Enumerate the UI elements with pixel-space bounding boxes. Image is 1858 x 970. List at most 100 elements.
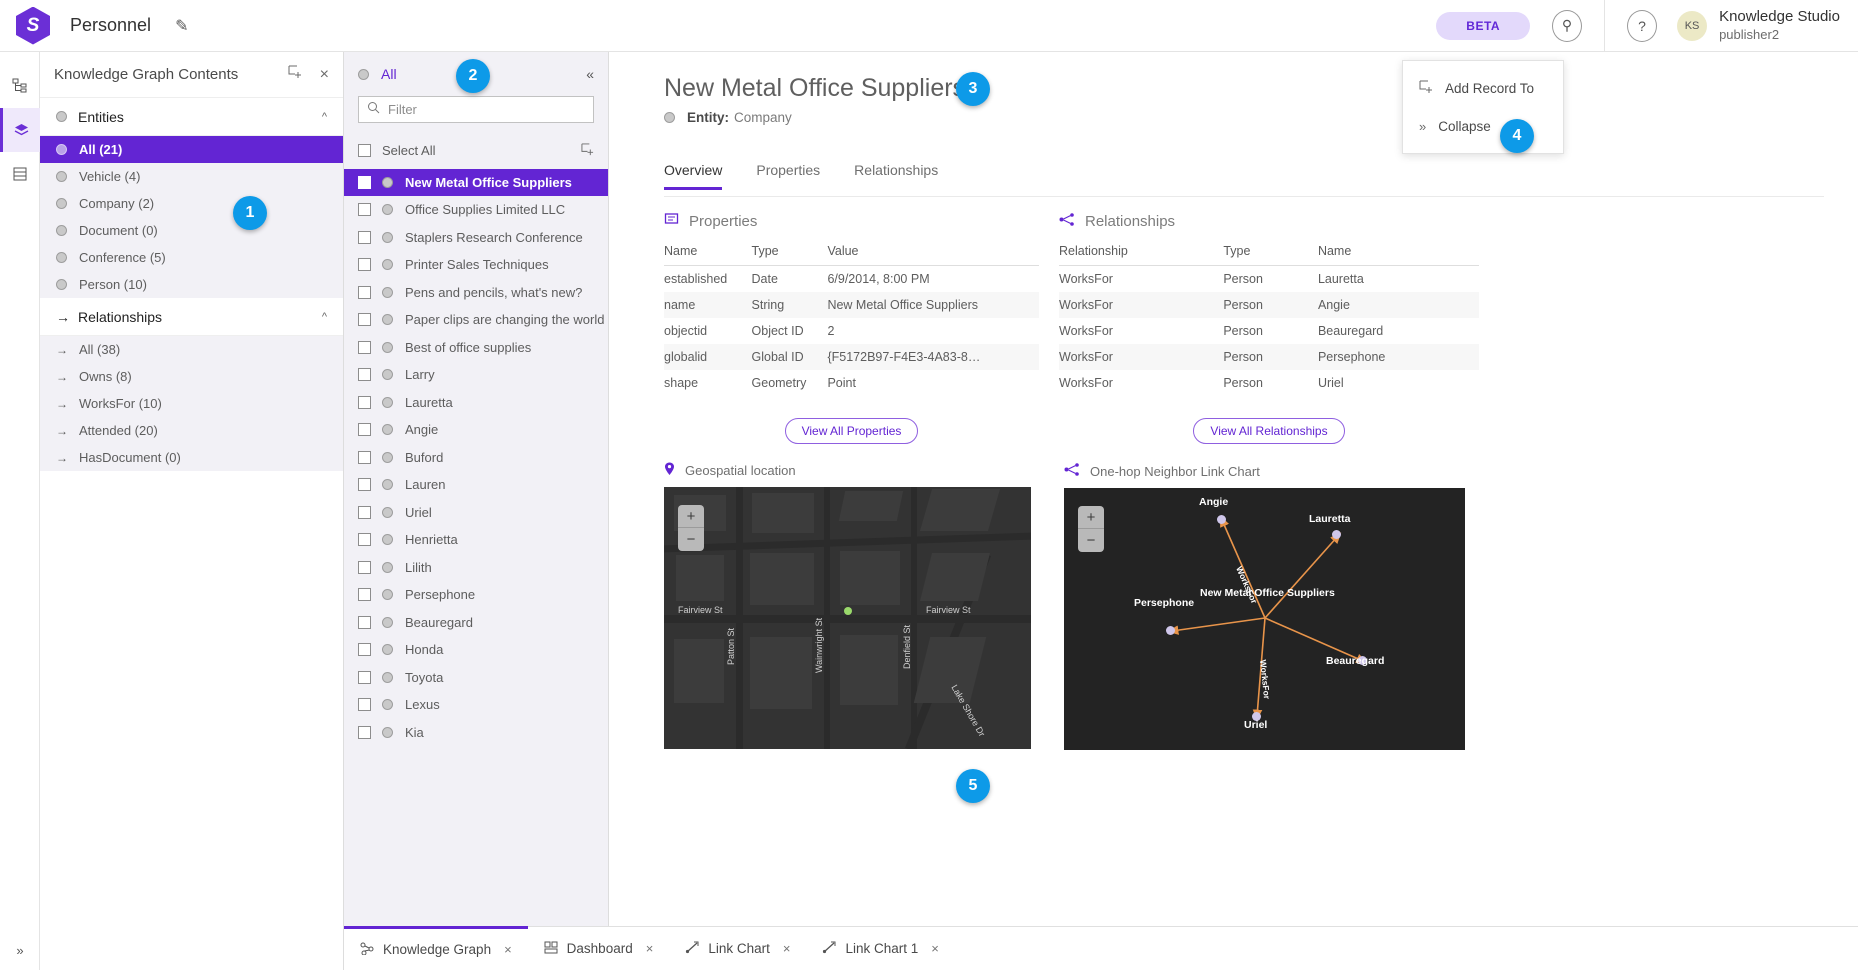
list-item[interactable]: Lauren: [344, 471, 608, 499]
entity-filter-row[interactable]: All (21): [40, 136, 343, 163]
list-item[interactable]: New Metal Office Suppliers: [344, 169, 608, 197]
list-item-checkbox[interactable]: [358, 341, 371, 354]
table-row[interactable]: WorksForPersonPersephone: [1059, 344, 1479, 370]
list-item[interactable]: Buford: [344, 444, 608, 472]
close-icon[interactable]: ×: [931, 941, 939, 956]
list-item[interactable]: Toyota: [344, 664, 608, 692]
table-row[interactable]: nameStringNew Metal Office Suppliers: [664, 292, 1039, 318]
list-item-checkbox[interactable]: [358, 588, 371, 601]
tab-properties[interactable]: Properties: [756, 162, 820, 190]
relationship-filter-row[interactable]: →HasDocument (0): [40, 444, 343, 471]
entity-filter-row[interactable]: Document (0): [40, 217, 343, 244]
list-item-checkbox[interactable]: [358, 726, 371, 739]
list-item-checkbox[interactable]: [358, 561, 371, 574]
list-item[interactable]: Lauretta: [344, 389, 608, 417]
search-icon[interactable]: ⚲: [1552, 10, 1582, 42]
bottom-tab-dashboard[interactable]: Dashboard×: [528, 927, 670, 970]
list-item[interactable]: Pens and pencils, what's new?: [344, 279, 608, 307]
list-item[interactable]: Paper clips are changing the world: [344, 306, 608, 334]
graph-node[interactable]: [1217, 515, 1226, 524]
relationship-filter-row[interactable]: →WorksFor (10): [40, 390, 343, 417]
bottom-tab-link-chart[interactable]: Link Chart×: [669, 927, 806, 970]
list-item[interactable]: Lilith: [344, 554, 608, 582]
chart-zoom-out-button[interactable]: −: [1078, 529, 1104, 552]
map-zoom-controls[interactable]: + −: [678, 505, 704, 551]
list-item-checkbox[interactable]: [358, 286, 371, 299]
map-zoom-out-button[interactable]: −: [678, 528, 704, 551]
add-panel-icon[interactable]: [581, 143, 594, 159]
collapse-panel-icon[interactable]: «: [586, 66, 594, 82]
list-item-checkbox[interactable]: [358, 616, 371, 629]
chart-zoom-controls[interactable]: + −: [1078, 506, 1104, 552]
list-item[interactable]: Persephone: [344, 581, 608, 609]
list-item-checkbox[interactable]: [358, 258, 371, 271]
search-input[interactable]: [388, 102, 585, 117]
list-item-checkbox[interactable]: [358, 176, 371, 189]
map-zoom-in-button[interactable]: +: [678, 505, 704, 528]
list-item-checkbox[interactable]: [358, 451, 371, 464]
filter-box[interactable]: [358, 96, 594, 123]
list-item[interactable]: Staplers Research Conference: [344, 224, 608, 252]
pencil-icon[interactable]: ✎: [175, 16, 188, 36]
select-all-row[interactable]: Select All: [344, 137, 608, 165]
graph-node[interactable]: [1332, 530, 1341, 539]
tab-relationships[interactable]: Relationships: [854, 162, 938, 190]
list-item[interactable]: Best of office supplies: [344, 334, 608, 362]
list-item[interactable]: Honda: [344, 636, 608, 664]
rail-expand-button[interactable]: »: [0, 943, 40, 958]
view-all-properties-button[interactable]: View All Properties: [785, 418, 919, 444]
table-cell-link[interactable]: Lauretta: [1318, 266, 1479, 293]
table-cell-link[interactable]: Angie: [1318, 292, 1479, 318]
table-cell-link[interactable]: Uriel: [1318, 370, 1479, 396]
list-item[interactable]: Angie: [344, 416, 608, 444]
list-item-checkbox[interactable]: [358, 643, 371, 656]
select-all-checkbox[interactable]: [358, 144, 371, 157]
rail-item-data[interactable]: [0, 152, 40, 196]
entity-filter-row[interactable]: Vehicle (4): [40, 163, 343, 190]
table-row[interactable]: objectidObject ID2: [664, 318, 1039, 344]
list-item[interactable]: Office Supplies Limited LLC: [344, 196, 608, 224]
table-cell-link[interactable]: WorksFor: [1059, 266, 1223, 293]
tab-overview[interactable]: Overview: [664, 162, 722, 190]
menu-item-collapse[interactable]: »Collapse: [1403, 107, 1563, 145]
list-item[interactable]: Printer Sales Techniques: [344, 251, 608, 279]
close-icon[interactable]: ×: [320, 66, 329, 84]
list-item-checkbox[interactable]: [358, 423, 371, 436]
list-item-checkbox[interactable]: [358, 478, 371, 491]
entity-filter-row[interactable]: Person (10): [40, 271, 343, 298]
chevron-up-icon[interactable]: ^: [322, 111, 327, 123]
list-item[interactable]: Beauregard: [344, 609, 608, 637]
chart-zoom-in-button[interactable]: +: [1078, 506, 1104, 529]
table-cell-link[interactable]: WorksFor: [1059, 292, 1223, 318]
app-logo-icon[interactable]: S: [16, 7, 50, 45]
user-block[interactable]: Knowledge Studio publisher2: [1719, 8, 1840, 43]
list-item[interactable]: Larry: [344, 361, 608, 389]
list-item-checkbox[interactable]: [358, 368, 371, 381]
close-icon[interactable]: ×: [783, 941, 791, 956]
view-all-relationships-button[interactable]: View All Relationships: [1193, 418, 1344, 444]
close-icon[interactable]: ×: [646, 941, 654, 956]
list-item[interactable]: Kia: [344, 719, 608, 747]
link-chart-canvas[interactable]: WorksFor WorksFor Angie Lauretta Perseph…: [1064, 488, 1465, 750]
relationship-filter-row[interactable]: →Owns (8): [40, 363, 343, 390]
relationships-section-header[interactable]: → Relationships ^: [40, 298, 343, 336]
table-cell-link[interactable]: Beauregard: [1318, 318, 1479, 344]
relationship-filter-row[interactable]: →Attended (20): [40, 417, 343, 444]
table-row[interactable]: establishedDate6/9/2014, 8:00 PM: [664, 266, 1039, 293]
table-cell-link[interactable]: WorksFor: [1059, 344, 1223, 370]
avatar[interactable]: KS: [1677, 11, 1707, 41]
list-item-checkbox[interactable]: [358, 698, 371, 711]
bottom-tab-link-chart-1[interactable]: Link Chart 1×: [806, 927, 954, 970]
question-icon[interactable]: ?: [1627, 10, 1657, 42]
geospatial-map[interactable]: + − Fairview St Fairview St Patton St Wa…: [664, 487, 1031, 749]
list-item-checkbox[interactable]: [358, 313, 371, 326]
menu-item-add-record-to[interactable]: Add Record To: [1403, 69, 1563, 107]
add-panel-icon[interactable]: [288, 65, 302, 84]
list-item-checkbox[interactable]: [358, 231, 371, 244]
table-row[interactable]: globalidGlobal ID{F5172B97-F4E3-4A83-8…: [664, 344, 1039, 370]
chevron-up-icon[interactable]: ^: [322, 311, 327, 323]
table-cell-link[interactable]: Persephone: [1318, 344, 1479, 370]
list-item-checkbox[interactable]: [358, 506, 371, 519]
list-item-checkbox[interactable]: [358, 533, 371, 546]
table-row[interactable]: WorksForPersonUriel: [1059, 370, 1479, 396]
